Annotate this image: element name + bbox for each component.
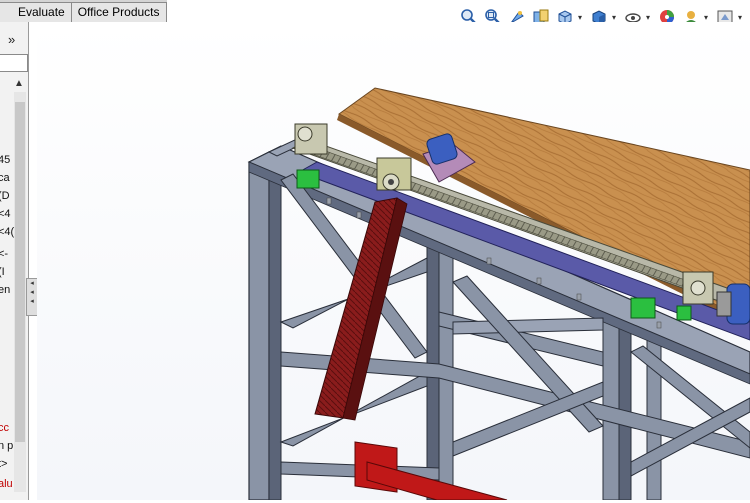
feature-tree-item[interactable]: en <box>0 284 10 296</box>
tab-evaluate[interactable]: Evaluate <box>0 2 72 22</box>
feature-manager-panel: » ▲ 45 ca (D <4 <4( <- (I en cc n p t> alu <box>0 22 29 500</box>
command-manager-tabs: Evaluate Office Products <box>0 0 167 22</box>
feature-tree-item[interactable]: ca <box>0 172 10 184</box>
collapse-arrow-icon: ◂ <box>30 298 34 305</box>
feature-tree-item[interactable]: <4 <box>0 208 11 220</box>
collapse-arrow-icon: ◂ <box>30 280 34 287</box>
frame-leg-right <box>602 301 620 501</box>
tree-filter-input[interactable] <box>0 54 28 72</box>
feature-tree-item[interactable]: 45 <box>0 154 10 166</box>
expand-panel-icon[interactable]: » <box>8 32 15 47</box>
frame-leg-back <box>646 321 662 501</box>
feature-tree-item[interactable]: (D <box>0 190 10 202</box>
frame-leg-front-left <box>248 151 270 501</box>
green-clamp-right <box>630 297 656 319</box>
graphics-area[interactable] <box>37 22 750 501</box>
green-clamp-right-2 <box>676 305 692 321</box>
scroll-up-icon[interactable]: ▲ <box>14 78 26 92</box>
feature-tree-item[interactable]: <4( <box>0 226 14 238</box>
feature-tree-item[interactable]: n p <box>0 440 13 452</box>
assembly-model[interactable] <box>37 22 750 501</box>
feature-tree-item[interactable]: (I <box>0 266 5 278</box>
green-clamp-left <box>296 169 320 189</box>
tab-office-products[interactable]: Office Products <box>70 2 167 22</box>
feature-tree-item[interactable]: cc <box>0 422 9 434</box>
feature-tree-item[interactable]: t> <box>0 458 7 470</box>
collapse-arrow-icon: ◂ <box>30 289 34 296</box>
feature-tree-item[interactable]: <- <box>0 248 8 260</box>
feature-tree-item[interactable]: alu <box>0 478 13 490</box>
tree-scrollbar-thumb[interactable] <box>15 102 25 442</box>
